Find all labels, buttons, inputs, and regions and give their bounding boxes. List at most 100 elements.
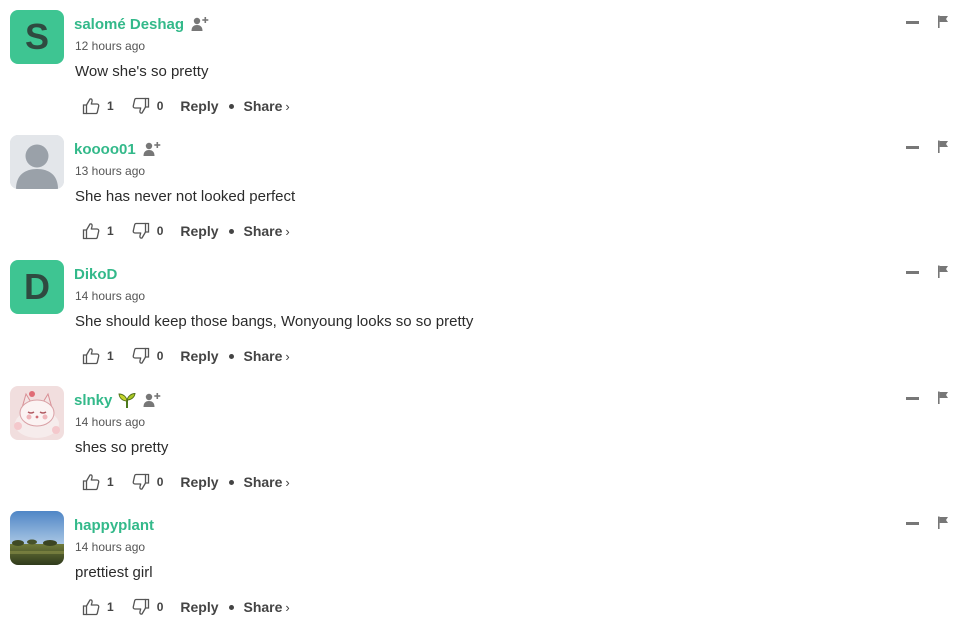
dislike-count: 0 xyxy=(156,99,164,113)
like-count: 1 xyxy=(107,99,114,113)
add-user-icon[interactable] xyxy=(143,392,161,408)
username[interactable]: DikoD xyxy=(74,266,117,283)
timestamp: 13 hours ago xyxy=(75,164,146,178)
timestamp: 14 hours ago xyxy=(75,415,146,429)
separator-dot xyxy=(228,353,234,359)
thumbs-down-icon[interactable] xyxy=(132,473,150,491)
dislike-button[interactable]: 0 xyxy=(132,598,164,616)
comment-text: shes so pretty xyxy=(75,439,169,456)
avatar[interactable] xyxy=(10,386,64,440)
comment: S salomé Deshag 12 hours ago Wow she's s… xyxy=(0,0,960,125)
share-button[interactable]: Share › xyxy=(244,223,290,239)
username[interactable]: salomé Deshag xyxy=(74,16,184,33)
username[interactable]: slnky xyxy=(74,392,112,409)
username[interactable]: happyplant xyxy=(74,517,154,534)
cartoon-cat-avatar xyxy=(10,386,64,440)
reply-button[interactable]: Reply xyxy=(180,223,218,239)
dislike-count: 0 xyxy=(156,349,164,363)
like-button[interactable]: 1 xyxy=(82,598,114,616)
flag-icon[interactable] xyxy=(937,140,949,153)
thumbs-up-icon[interactable] xyxy=(82,222,100,240)
share-button[interactable]: Share › xyxy=(244,348,290,364)
share-label: Share xyxy=(243,474,283,490)
separator-dot xyxy=(228,103,234,109)
comment-text: Wow she's so pretty xyxy=(75,63,209,80)
share-button[interactable]: Share › xyxy=(244,474,290,490)
comment-actions: 1 0 Reply Share › xyxy=(82,472,290,492)
thumbs-up-icon[interactable] xyxy=(82,598,100,616)
comment: happyplant 14 hours ago prettiest girl 1… xyxy=(0,501,960,626)
comment-header: happyplant xyxy=(74,514,154,536)
minus-icon[interactable] xyxy=(906,271,919,274)
share-label: Share xyxy=(243,599,283,615)
dislike-button[interactable]: 0 xyxy=(132,97,164,115)
separator-dot xyxy=(228,228,234,234)
avatar-letter: D xyxy=(24,266,50,307)
dislike-count: 0 xyxy=(156,600,164,614)
like-button[interactable]: 1 xyxy=(82,347,114,365)
like-button[interactable]: 1 xyxy=(82,222,114,240)
comment-actions: 1 0 Reply Share › xyxy=(82,346,290,366)
thumbs-down-icon[interactable] xyxy=(132,222,150,240)
chevron-right-icon: › xyxy=(285,600,290,615)
share-button[interactable]: Share › xyxy=(244,599,290,615)
dislike-count: 0 xyxy=(156,475,164,489)
minus-icon[interactable] xyxy=(906,146,919,149)
timestamp: 12 hours ago xyxy=(75,39,146,53)
chevron-right-icon: › xyxy=(285,99,290,114)
share-label: Share xyxy=(243,98,283,114)
thumbs-down-icon[interactable] xyxy=(132,598,150,616)
thumbs-up-icon[interactable] xyxy=(82,347,100,365)
avatar[interactable] xyxy=(10,511,64,565)
flag-icon[interactable] xyxy=(937,15,949,28)
timestamp: 14 hours ago xyxy=(75,289,146,303)
reply-button[interactable]: Reply xyxy=(180,474,218,490)
share-button[interactable]: Share › xyxy=(244,98,290,114)
flag-icon[interactable] xyxy=(937,516,949,529)
comment: D DikoD 14 hours ago She should keep tho… xyxy=(0,250,960,375)
thumbs-down-icon[interactable] xyxy=(132,97,150,115)
default-person-icon xyxy=(10,135,64,189)
thumbs-up-icon[interactable] xyxy=(82,473,100,491)
comment-actions: 1 0 Reply Share › xyxy=(82,597,290,617)
comment-text: prettiest girl xyxy=(75,564,153,581)
comment: slnky 14 hours ago shes so pretty 1 0 Re… xyxy=(0,376,960,501)
reply-button[interactable]: Reply xyxy=(180,599,218,615)
flag-icon[interactable] xyxy=(937,391,949,404)
add-user-icon[interactable] xyxy=(191,16,209,32)
avatar[interactable]: D xyxy=(10,260,64,314)
sprout-icon xyxy=(118,393,136,408)
thumbs-down-icon[interactable] xyxy=(132,347,150,365)
timestamp: 14 hours ago xyxy=(75,540,146,554)
minus-icon[interactable] xyxy=(906,397,919,400)
comment-header: koooo01 xyxy=(74,138,161,160)
like-count: 1 xyxy=(107,475,114,489)
like-button[interactable]: 1 xyxy=(82,473,114,491)
minus-icon[interactable] xyxy=(906,21,919,24)
dislike-button[interactable]: 0 xyxy=(132,222,164,240)
username[interactable]: koooo01 xyxy=(74,141,136,158)
comment-text: She has never not looked perfect xyxy=(75,188,296,205)
add-user-icon[interactable] xyxy=(143,141,161,157)
avatar[interactable]: S xyxy=(10,10,64,64)
separator-dot xyxy=(228,604,234,610)
like-count: 1 xyxy=(107,600,114,614)
dislike-button[interactable]: 0 xyxy=(132,473,164,491)
flag-icon[interactable] xyxy=(937,265,949,278)
reply-button[interactable]: Reply xyxy=(180,98,218,114)
share-label: Share xyxy=(243,348,283,364)
separator-dot xyxy=(228,479,234,485)
reply-button[interactable]: Reply xyxy=(180,348,218,364)
comment-header: slnky xyxy=(74,389,161,411)
like-count: 1 xyxy=(107,349,114,363)
like-button[interactable]: 1 xyxy=(82,97,114,115)
avatar[interactable] xyxy=(10,135,64,189)
chevron-right-icon: › xyxy=(285,224,290,239)
minus-icon[interactable] xyxy=(906,522,919,525)
comment-text: She should keep those bangs, Wonyoung lo… xyxy=(75,313,474,330)
comment-actions: 1 0 Reply Share › xyxy=(82,96,290,116)
thumbs-up-icon[interactable] xyxy=(82,97,100,115)
share-label: Share xyxy=(243,223,283,239)
dislike-count: 0 xyxy=(156,224,164,238)
dislike-button[interactable]: 0 xyxy=(132,347,164,365)
